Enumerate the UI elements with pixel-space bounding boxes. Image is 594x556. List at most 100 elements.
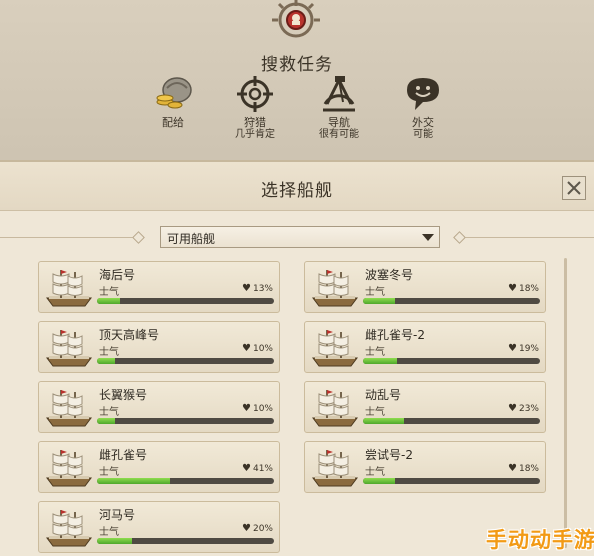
morale-label: 士气 bbox=[365, 467, 385, 478]
morale-bar bbox=[97, 538, 274, 544]
morale-label: 士气 bbox=[99, 407, 119, 418]
mission-title: 搜救任务 bbox=[261, 55, 333, 75]
morale-value: 13% bbox=[252, 284, 273, 294]
heart-icon: ♥ bbox=[242, 463, 251, 474]
sextant-icon bbox=[323, 76, 355, 112]
task-label: 导航 bbox=[328, 116, 350, 129]
morale-value: 18% bbox=[518, 464, 539, 474]
ship-icon bbox=[46, 450, 92, 487]
morale-bar-fill bbox=[97, 478, 170, 484]
ship-icon bbox=[46, 390, 92, 427]
morale-percent: ♥ 23% bbox=[508, 403, 539, 414]
morale-bar bbox=[363, 358, 540, 364]
scrollbar[interactable] bbox=[564, 258, 567, 548]
morale-bar-fill bbox=[97, 358, 115, 364]
mission-area: 搜救任务 配给 狩猎 几乎肯定 导航 很有可能 外交 可能 bbox=[0, 0, 594, 170]
morale-label: 士气 bbox=[99, 347, 119, 358]
morale-bar-fill bbox=[97, 538, 133, 544]
ship-card[interactable]: 雌孔雀号-2 士气 ♥ 19% bbox=[304, 321, 546, 373]
close-button[interactable] bbox=[562, 176, 586, 200]
morale-bar-fill bbox=[363, 478, 395, 484]
morale-bar-fill bbox=[363, 418, 404, 424]
ship-name: 长翼猴号 bbox=[99, 388, 148, 402]
morale-label: 士气 bbox=[99, 527, 119, 538]
divider-left bbox=[0, 237, 134, 238]
speech-bubble-icon bbox=[407, 78, 439, 110]
task-sublabel: 很有可能 bbox=[319, 129, 359, 140]
morale-bar bbox=[363, 418, 540, 424]
morale-bar bbox=[363, 478, 540, 484]
morale-percent: ♥ 13% bbox=[242, 283, 273, 294]
task-sublabel: 几乎肯定 bbox=[235, 129, 275, 140]
task-supply[interactable]: 配给 bbox=[128, 74, 218, 129]
ship-name: 动乱号 bbox=[365, 388, 402, 402]
ship-select-panel: 选择船舰 可用船舰 海后号 士气 ♥ 13% 波塞冬号 士气 ♥ 18% 顶天高… bbox=[0, 160, 594, 556]
morale-label: 士气 bbox=[99, 287, 119, 298]
morale-bar-fill bbox=[97, 418, 115, 424]
morale-percent: ♥ 20% bbox=[242, 523, 273, 534]
task-navigation[interactable]: 导航 很有可能 bbox=[294, 74, 384, 141]
ship-icon bbox=[312, 390, 358, 427]
morale-bar bbox=[363, 298, 540, 304]
ship-card[interactable]: 尝试号-2 士气 ♥ 18% bbox=[304, 441, 546, 493]
ship-name: 尝试号-2 bbox=[365, 448, 413, 462]
heart-icon: ♥ bbox=[508, 343, 517, 354]
morale-value: 18% bbox=[518, 284, 539, 294]
ship-icon bbox=[312, 450, 358, 487]
ship-wheel-emblem-icon bbox=[272, 0, 320, 38]
morale-value: 10% bbox=[252, 404, 273, 414]
dropdown-selected: 可用船舰 bbox=[167, 232, 216, 246]
supply-icon bbox=[156, 77, 192, 109]
morale-bar-fill bbox=[97, 298, 120, 304]
ship-card[interactable]: 顶天高峰号 士气 ♥ 10% bbox=[38, 321, 280, 373]
ship-card[interactable]: 波塞冬号 士气 ♥ 18% bbox=[304, 261, 546, 313]
morale-value: 23% bbox=[518, 404, 539, 414]
morale-label: 士气 bbox=[99, 467, 119, 478]
heart-icon: ♥ bbox=[242, 523, 251, 534]
morale-value: 41% bbox=[252, 464, 273, 474]
heart-icon: ♥ bbox=[508, 283, 517, 294]
ship-name: 顶天高峰号 bbox=[99, 328, 160, 342]
morale-bar bbox=[97, 478, 274, 484]
panel-header: 选择船舰 bbox=[0, 162, 594, 211]
chevron-down-icon bbox=[422, 234, 434, 241]
ship-name: 雌孔雀号-2 bbox=[365, 328, 425, 342]
morale-percent: ♥ 41% bbox=[242, 463, 273, 474]
morale-bar-fill bbox=[363, 298, 395, 304]
ship-icon bbox=[46, 510, 92, 547]
ship-name: 波塞冬号 bbox=[365, 268, 414, 282]
task-label: 配给 bbox=[162, 116, 184, 129]
ship-icon bbox=[312, 330, 358, 367]
morale-percent: ♥ 10% bbox=[242, 343, 273, 354]
task-label: 外交 bbox=[412, 116, 434, 129]
divider-diamond-left bbox=[132, 231, 145, 244]
task-sublabel: 可能 bbox=[413, 129, 433, 140]
morale-value: 20% bbox=[252, 524, 273, 534]
ship-icon bbox=[46, 270, 92, 307]
task-label: 狩猎 bbox=[244, 116, 266, 129]
ship-icon bbox=[46, 330, 92, 367]
ship-card[interactable]: 海后号 士气 ♥ 13% bbox=[38, 261, 280, 313]
morale-percent: ♥ 18% bbox=[508, 283, 539, 294]
morale-percent: ♥ 19% bbox=[508, 343, 539, 354]
ship-card[interactable]: 长翼猴号 士气 ♥ 10% bbox=[38, 381, 280, 433]
ship-name: 雌孔雀号 bbox=[99, 448, 148, 462]
panel-title: 选择船舰 bbox=[261, 181, 333, 201]
heart-icon: ♥ bbox=[242, 283, 251, 294]
ship-card[interactable]: 雌孔雀号 士气 ♥ 41% bbox=[38, 441, 280, 493]
morale-label: 士气 bbox=[365, 287, 385, 298]
morale-bar bbox=[97, 298, 274, 304]
heart-icon: ♥ bbox=[508, 403, 517, 414]
ship-card[interactable]: 动乱号 士气 ♥ 23% bbox=[304, 381, 546, 433]
ship-name: 河马号 bbox=[99, 508, 136, 522]
task-hunting[interactable]: 狩猎 几乎肯定 bbox=[210, 74, 300, 141]
ship-filter-dropdown[interactable]: 可用船舰 bbox=[160, 226, 440, 248]
watermark: 手动动手游 bbox=[486, 520, 594, 554]
morale-value: 10% bbox=[252, 344, 273, 354]
heart-icon: ♥ bbox=[242, 343, 251, 354]
crosshair-icon bbox=[237, 76, 273, 112]
ship-card[interactable]: 河马号 士气 ♥ 20% bbox=[38, 501, 280, 553]
watermark-text: 手动动手游 bbox=[486, 528, 594, 552]
task-diplomacy[interactable]: 外交 可能 bbox=[378, 74, 468, 141]
morale-bar-fill bbox=[363, 358, 397, 364]
